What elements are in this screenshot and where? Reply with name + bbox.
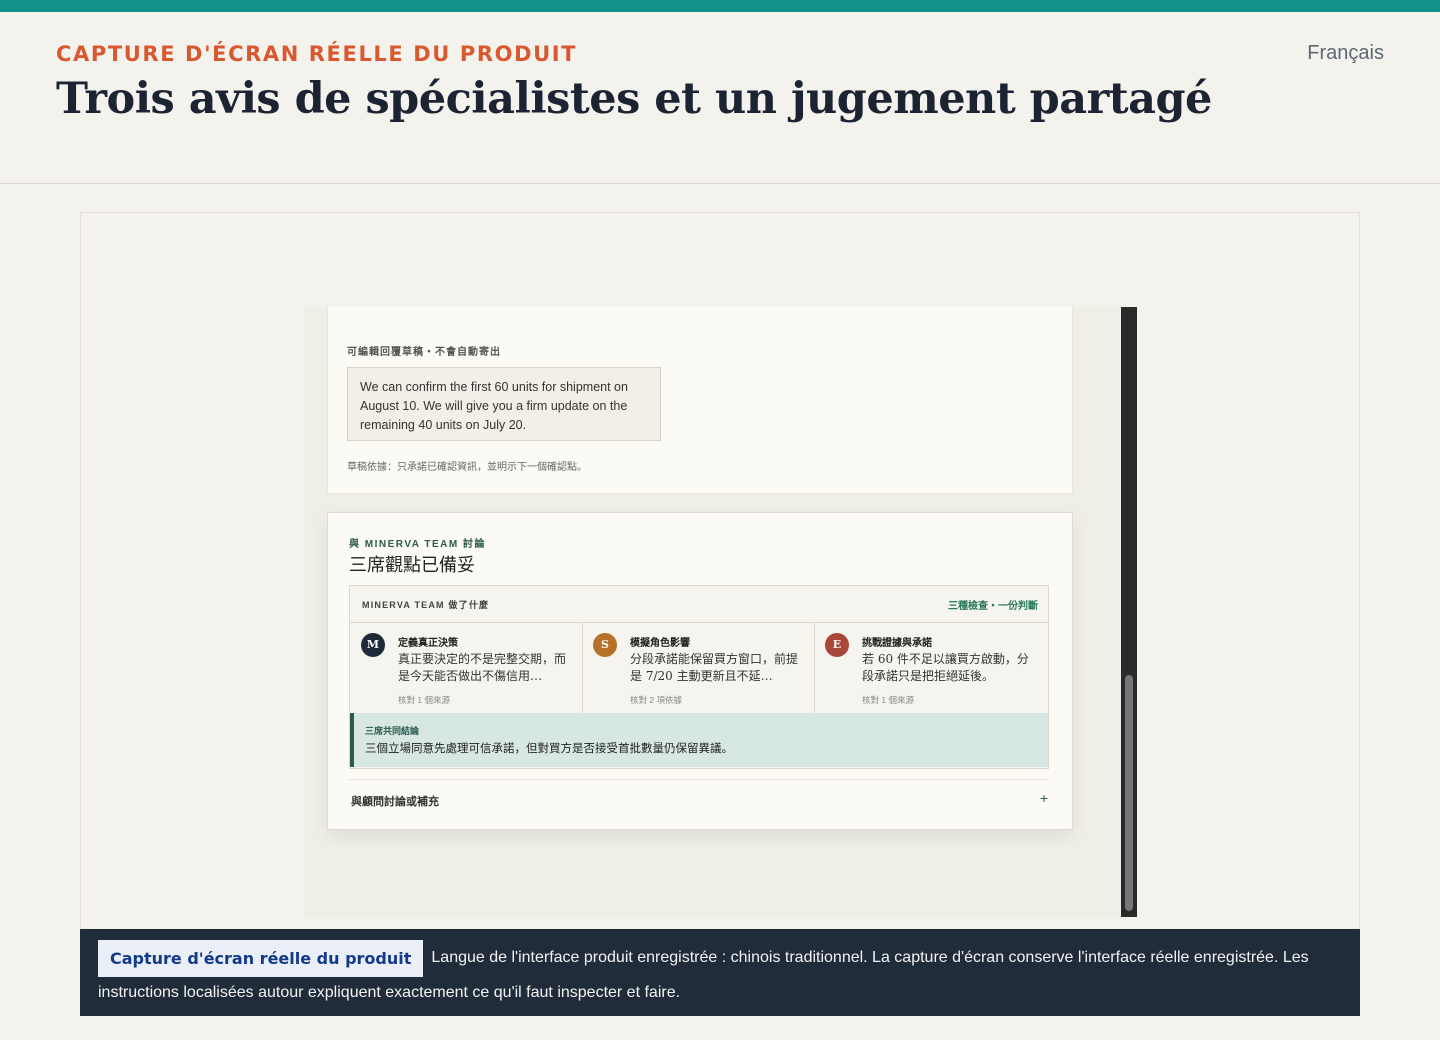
avatar: M	[361, 633, 385, 657]
panel-label: MINERVA TEAM 做了什麼	[362, 600, 490, 610]
page-eyebrow: CAPTURE D'ÉCRAN RÉELLE DU PRODUIT	[56, 42, 578, 66]
team-eyebrow: 與 MINERVA TEAM 討論	[349, 539, 486, 550]
screenshot-frame: 可編輯回覆草稿・不會自動寄出 We can confirm the first …	[80, 212, 1360, 930]
divider	[349, 779, 1047, 780]
draft-textbox[interactable]: We can confirm the first 60 units for sh…	[347, 367, 661, 441]
perspective-body: 分段承諾能保留買方窗口，前提是 7/20 主動更新且不延…	[630, 652, 799, 683]
page-header: CAPTURE D'ÉCRAN RÉELLE DU PRODUIT Trois …	[0, 12, 1440, 184]
panel-header: MINERVA TEAM 做了什麼 三種檢查・一份判斷	[350, 586, 1048, 623]
perspective-meta: 核對 2 項依據	[630, 695, 682, 705]
panel-summary: 三種檢查・一份判斷	[948, 601, 1038, 612]
perspective-columns: M 定義真正決策 真正要決定的不是完整交期，而是今天能否做出不傷信用… 核對 1…	[350, 622, 1048, 713]
discuss-link[interactable]: 與顧問討論或補充	[351, 793, 439, 809]
caption-badge: Capture d'écran réelle du produit	[98, 940, 424, 977]
team-panel: MINERVA TEAM 做了什麼 三種檢查・一份判斷 M 定義真正決策 真正要…	[349, 585, 1049, 769]
draft-card: 可編輯回覆草稿・不會自動寄出 We can confirm the first …	[327, 307, 1073, 494]
plus-icon[interactable]: +	[1040, 790, 1048, 806]
perspective-meta: 核對 1 個來源	[398, 695, 450, 705]
draft-note: 草稿依據：只承諾已確認資訊，並明示下一個確認點。	[347, 462, 587, 473]
product-screenshot: 可編輯回覆草稿・不會自動寄出 We can confirm the first …	[304, 307, 1138, 917]
draft-label: 可編輯回覆草稿・不會自動寄出	[347, 347, 501, 358]
accent-top-bar	[0, 0, 1440, 12]
perspective-title: 定義真正決策	[398, 638, 458, 649]
page-title: Trois avis de spécialistes et un jugemen…	[56, 74, 1212, 124]
shared-verdict: 三席共同結論 三個立場同意先處理可信承諾，但對買方是否接受首批數量仍保留異議。	[350, 713, 1048, 767]
perspective-column[interactable]: E 挑戰證據與承諾 若 60 件不足以讓買方啟動，分段承諾只是把拒絕延後。 核對…	[814, 622, 1048, 713]
team-card-title: 三席觀點已備妥	[349, 555, 475, 576]
perspective-body: 若 60 件不足以讓買方啟動，分段承諾只是把拒絕延後。	[862, 652, 1029, 683]
avatar: E	[825, 633, 849, 657]
perspective-title: 挑戰證據與承諾	[862, 638, 932, 649]
perspective-meta: 核對 1 個來源	[862, 695, 914, 705]
perspective-column[interactable]: S 模擬角色影響 分段承諾能保留買方窗口，前提是 7/20 主動更新且不延… 核…	[582, 622, 815, 713]
perspective-body: 真正要決定的不是完整交期，而是今天能否做出不傷信用…	[398, 652, 567, 683]
caption-bar: Capture d'écran réelle du produit Langue …	[80, 929, 1360, 1016]
language-switcher[interactable]: Français	[1307, 42, 1384, 65]
verdict-text: 三個立場同意先處理可信承諾，但對買方是否接受首批數量仍保留異議。	[365, 743, 733, 755]
verdict-label: 三席共同結論	[365, 726, 420, 736]
perspective-column[interactable]: M 定義真正決策 真正要決定的不是完整交期，而是今天能否做出不傷信用… 核對 1…	[350, 622, 583, 713]
avatar: S	[593, 633, 617, 657]
perspective-title: 模擬角色影響	[630, 638, 690, 649]
scrollbar-thumb[interactable]	[1125, 675, 1133, 911]
team-card: 與 MINERVA TEAM 討論 三席觀點已備妥 MINERVA TEAM 做…	[327, 512, 1073, 830]
